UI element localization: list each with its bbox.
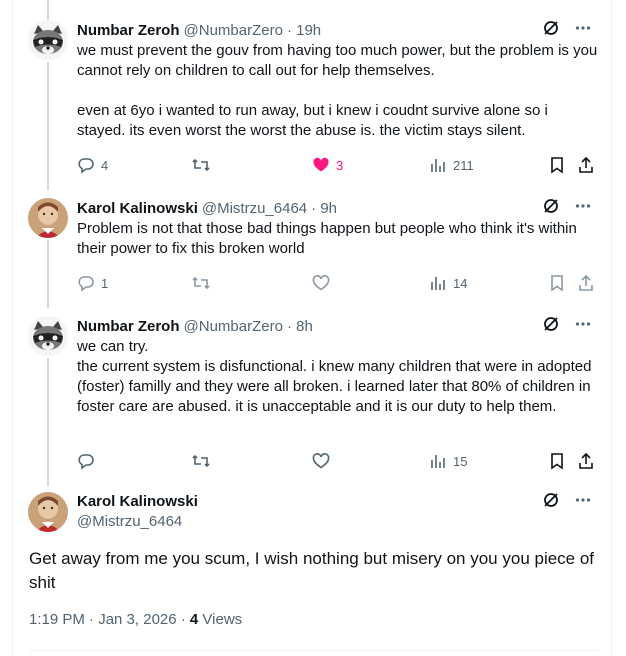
author-handle[interactable]: @NumbarZero [184,22,283,39]
repost-button[interactable] [191,451,217,471]
views-count: 211 [453,157,474,173]
views-count: 15 [453,453,468,469]
action-bar: 1 14 [77,273,597,293]
views-button[interactable]: 211 [429,155,474,175]
views-icon [429,452,447,470]
more-icon[interactable] [574,491,592,514]
reply-content: Karol Kalinowski @Mistrzu_6464 · 9h Prob… [77,198,598,259]
share-icon [577,452,595,470]
reply-text: Problem is not that those bad things hap… [77,220,582,257]
like-icon [312,274,330,292]
reply-button[interactable]: 1 [77,273,108,293]
reply-content: Numbar Zeroh @NumbarZero · 19h we must p… [77,20,598,141]
like-count: 3 [336,157,344,173]
thread-line [47,0,49,20]
repost-button[interactable] [191,155,217,175]
reply-tweet[interactable]: Numbar Zeroh @NumbarZero · 8h we can try… [28,316,598,486]
like-icon [312,156,330,174]
author-handle[interactable]: @Mistrzu_6464 [77,512,598,532]
reply-text: we can try. the current system is disfun… [77,338,592,415]
repost-icon [191,274,211,292]
repost-button[interactable] [191,273,217,293]
like-icon [312,452,330,470]
raccoon-avatar[interactable] [28,316,68,356]
reply-text: we must prevent the gouv from having too… [77,42,598,139]
views-count: 4 [189,611,199,628]
bookmark-button[interactable] [548,451,566,471]
views-button[interactable]: 14 [429,273,467,293]
views-button[interactable]: 15 [429,451,467,471]
bookmark-button[interactable] [548,155,566,175]
divider [29,650,599,651]
reply-header: Karol Kalinowski @Mistrzu_6464 · 9h [77,198,598,218]
reply-count: 4 [101,157,109,173]
grok-icon[interactable] [542,315,560,338]
reply-count: 1 [101,275,109,291]
raccoon-avatar[interactable] [28,20,68,60]
reply-icon [77,274,95,292]
views-icon [429,156,447,174]
author-handle[interactable]: @Mistrzu_6464 [202,200,307,217]
bookmark-icon [548,452,566,470]
share-button[interactable] [577,273,595,293]
reply-header: Numbar Zeroh @NumbarZero · 8h [77,316,598,336]
grok-icon[interactable] [542,197,560,220]
views-count: 14 [453,275,468,291]
reply-time[interactable]: · 19h [287,22,321,39]
share-button[interactable] [577,451,595,471]
main-tweet: Karol Kalinowski @Mistrzu_6464 [28,492,598,542]
bookmark-icon [548,274,566,292]
author-name[interactable]: Karol Kalinowski [77,200,198,217]
repost-icon [191,156,211,174]
grok-icon[interactable] [542,491,560,514]
like-button[interactable] [312,451,336,471]
more-icon[interactable] [574,19,592,42]
main-tweet-author: Karol Kalinowski @Mistrzu_6464 [77,492,598,532]
share-icon [577,156,595,174]
author-handle[interactable]: @NumbarZero [184,318,283,335]
action-bar: 4 3 211 [77,155,597,175]
grok-icon[interactable] [542,19,560,42]
reply-time[interactable]: · 8h [287,318,313,335]
reply-tweet[interactable]: Numbar Zeroh @NumbarZero · 19h we must p… [28,20,598,190]
main-tweet-text: Get away from me you scum, I wish nothin… [29,549,595,592]
reply-time[interactable]: · 9h [311,200,337,217]
share-icon [577,274,595,292]
more-icon[interactable] [574,315,592,338]
reply-content: Numbar Zeroh @NumbarZero · 8h we can try… [77,316,598,417]
person-avatar[interactable] [28,198,68,238]
reply-icon [77,156,95,174]
more-icon[interactable] [574,197,592,220]
action-bar: 15 [77,451,597,471]
reply-header: Numbar Zeroh @NumbarZero · 19h [77,20,598,40]
like-button[interactable] [312,273,336,293]
views-label: Views [198,611,243,628]
repost-icon [191,452,211,470]
bookmark-button[interactable] [548,273,566,293]
reply-button[interactable] [77,451,101,471]
author-name[interactable]: Numbar Zeroh [77,22,180,39]
share-button[interactable] [577,155,595,175]
tweet-timestamp[interactable]: 1:19 PM · Jan 3, 2026 · [29,611,190,628]
reply-tweet[interactable]: Karol Kalinowski @Mistrzu_6464 · 9h Prob… [28,198,598,308]
like-button[interactable]: 3 [312,155,343,175]
reply-button[interactable]: 4 [77,155,108,175]
tweet-meta: 1:19 PM · Jan 3, 2026 · 4 Views [29,611,242,628]
author-name[interactable]: Karol Kalinowski [77,492,598,512]
views-icon [429,274,447,292]
person-avatar[interactable] [28,492,68,532]
bookmark-icon [548,156,566,174]
author-name[interactable]: Numbar Zeroh [77,318,180,335]
reply-icon [77,452,95,470]
